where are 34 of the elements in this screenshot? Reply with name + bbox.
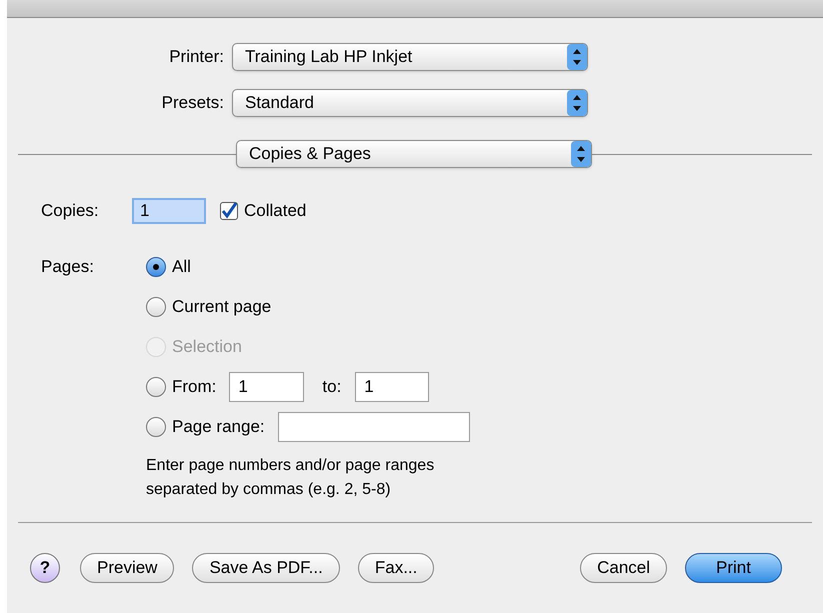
field-label: Presets: bbox=[160, 92, 225, 114]
dialog-button[interactable]: Cancel bbox=[580, 553, 668, 583]
checkbox[interactable] bbox=[220, 202, 238, 220]
radio-button[interactable] bbox=[146, 297, 166, 317]
radio-button[interactable] bbox=[146, 417, 166, 437]
radio-label: All bbox=[172, 256, 191, 278]
radio-label: From: bbox=[172, 376, 216, 398]
dialog-button[interactable]: Fax... bbox=[358, 553, 434, 583]
field-label: to: bbox=[322, 376, 342, 398]
popup-menu[interactable]: Standard bbox=[232, 89, 588, 117]
radio-label: Page range: bbox=[172, 416, 265, 438]
radio-label: Current page bbox=[172, 296, 272, 318]
popup-menu[interactable]: Copies & Pages bbox=[236, 140, 592, 168]
page-range-field[interactable] bbox=[278, 412, 470, 442]
checkmark-icon bbox=[221, 203, 237, 219]
stepper-arrows-icon bbox=[567, 44, 587, 70]
checkbox-label: Collated bbox=[244, 200, 306, 222]
dialog-button[interactable]: Preview bbox=[80, 553, 174, 583]
stepper-arrows-icon bbox=[571, 141, 591, 167]
stepper-arrows-icon bbox=[567, 90, 587, 116]
help-button[interactable]: ? bbox=[30, 553, 60, 583]
field-label: Copies: bbox=[41, 200, 100, 222]
hint-text: Enter page numbers and/or page ranges separated by commas (e.g. 2, 5-8) bbox=[146, 456, 436, 500]
dialog-button[interactable]: Save As PDF... bbox=[192, 553, 340, 583]
dialog-button[interactable]: Print bbox=[685, 553, 782, 583]
field-label: Pages: bbox=[41, 256, 95, 278]
radio-label: Selection bbox=[172, 336, 242, 358]
popup-menu[interactable]: Training Lab HP Inkjet bbox=[232, 43, 588, 71]
radio-button[interactable] bbox=[146, 377, 166, 397]
from-field[interactable]: 1 bbox=[229, 372, 304, 402]
to-field[interactable]: 1 bbox=[355, 372, 430, 402]
copies-field[interactable]: 1 bbox=[132, 198, 206, 224]
field-label: Printer: bbox=[168, 46, 225, 68]
radio-button[interactable] bbox=[146, 257, 166, 277]
